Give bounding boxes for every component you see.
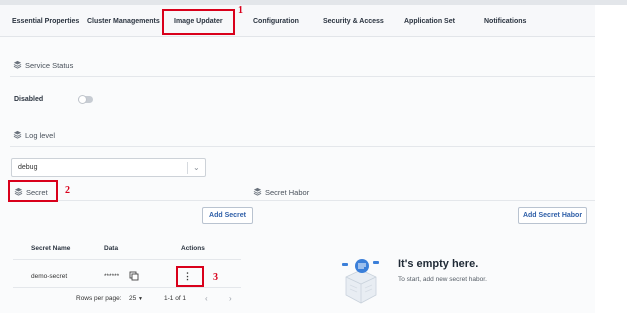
section-divider: [10, 146, 595, 147]
table-row-divider: [13, 287, 241, 288]
annotation-box-secret: [8, 180, 58, 202]
next-page-icon[interactable]: ›: [229, 294, 232, 303]
secret-name-cell: demo-secret: [31, 273, 68, 280]
log-level-select[interactable]: debug ⌄: [11, 158, 206, 177]
chevron-down-icon: ⌄: [193, 163, 200, 172]
empty-box-icon: [342, 259, 379, 304]
tab-bar: Essential Properties Cluster Managements…: [0, 5, 595, 37]
annotation-number: 2: [65, 185, 70, 196]
layers-icon: [253, 187, 262, 196]
pagination-range: 1-1 of 1: [164, 295, 187, 302]
empty-state-title: It's empty here.: [398, 258, 479, 270]
tab-cluster-managements[interactable]: Cluster Managements: [87, 18, 160, 25]
annotation-box-image-updater: [162, 9, 235, 35]
rows-per-page-select[interactable]: 25 ▼: [129, 295, 143, 302]
column-header-secret-name: Secret Name: [31, 245, 71, 252]
rows-per-page-label: Rows per page:: [76, 295, 122, 302]
secret-habor-title: Secret Habor: [265, 188, 310, 197]
rows-per-page-value: 25: [129, 295, 137, 302]
tab-notifications[interactable]: Notifications: [484, 18, 526, 25]
service-status-toggle[interactable]: [78, 95, 93, 104]
service-status-title: Service Status: [25, 61, 74, 70]
toggle-knob: [78, 95, 87, 104]
select-separator: [187, 162, 188, 174]
log-level-title: Log level: [25, 131, 56, 140]
previous-page-icon[interactable]: ‹: [205, 294, 208, 303]
tab-configuration[interactable]: Configuration: [253, 18, 299, 25]
empty-state-subtitle: To start, add new secret habor.: [398, 276, 487, 283]
section-divider: [10, 200, 595, 201]
tab-application-set[interactable]: Application Set: [404, 18, 455, 25]
tab-essential-properties[interactable]: Essential Properties: [12, 18, 79, 25]
caret-down-icon: ▼: [138, 296, 143, 302]
table-header-divider: [13, 259, 241, 260]
service-toggle-label: Disabled: [14, 96, 44, 103]
add-secret-button[interactable]: Add Secret: [202, 207, 253, 224]
copy-icon[interactable]: [129, 271, 139, 281]
column-header-actions: Actions: [181, 245, 205, 252]
secret-data-cell: ******: [104, 273, 120, 280]
layers-icon: [13, 130, 22, 139]
log-level-value: debug: [18, 164, 38, 171]
annotation-number: 1: [238, 5, 243, 16]
column-header-data: Data: [104, 245, 119, 252]
section-divider: [10, 76, 595, 77]
layers-icon: [13, 60, 22, 69]
annotation-number: 3: [213, 272, 218, 283]
add-secret-habor-button[interactable]: Add Secret Habor: [518, 207, 587, 224]
tab-security-access[interactable]: Security & Access: [323, 18, 384, 25]
right-margin: [595, 5, 627, 313]
annotation-box-actions: [176, 266, 204, 287]
